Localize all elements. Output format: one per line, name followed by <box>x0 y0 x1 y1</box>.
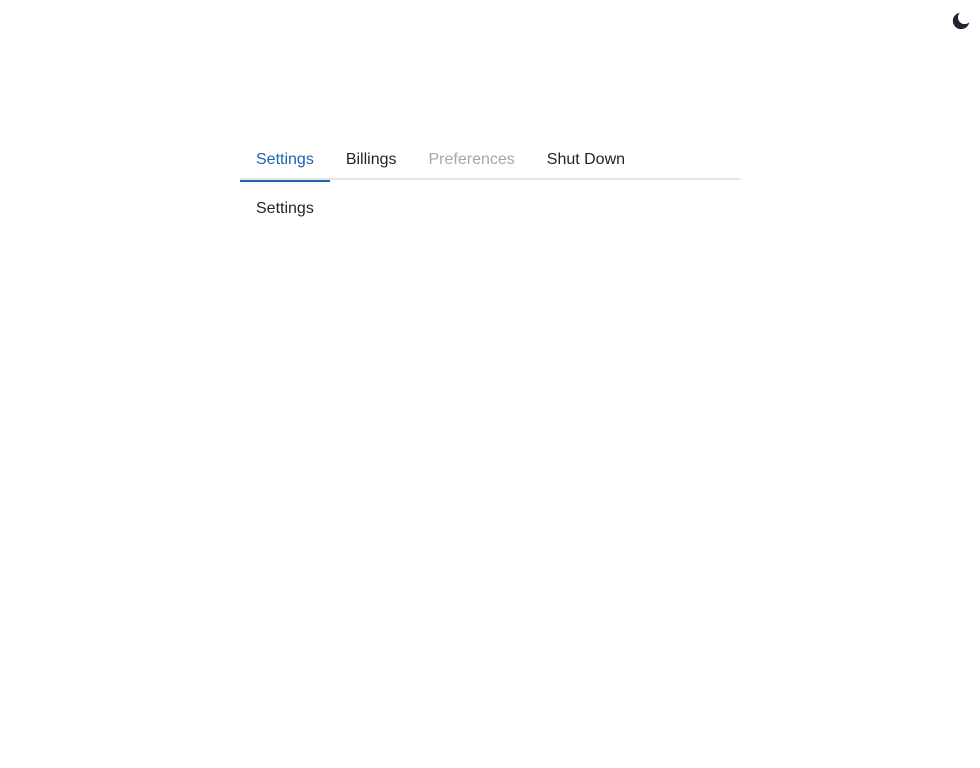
moon-icon <box>950 10 972 32</box>
theme-toggle-button[interactable] <box>950 10 972 32</box>
tab-panel-content: Settings <box>256 200 314 217</box>
tab-panel: Settings <box>240 180 740 218</box>
tab-shut-down[interactable]: Shut Down <box>531 140 641 180</box>
tab-preferences: Preferences <box>428 151 515 168</box>
tabs: Settings Billings Preferences Shut Down … <box>240 140 740 218</box>
tab-settings[interactable]: Settings <box>240 140 330 182</box>
tab-billings[interactable]: Billings <box>330 140 413 180</box>
tab-list: Settings Billings Preferences Shut Down <box>240 140 740 182</box>
